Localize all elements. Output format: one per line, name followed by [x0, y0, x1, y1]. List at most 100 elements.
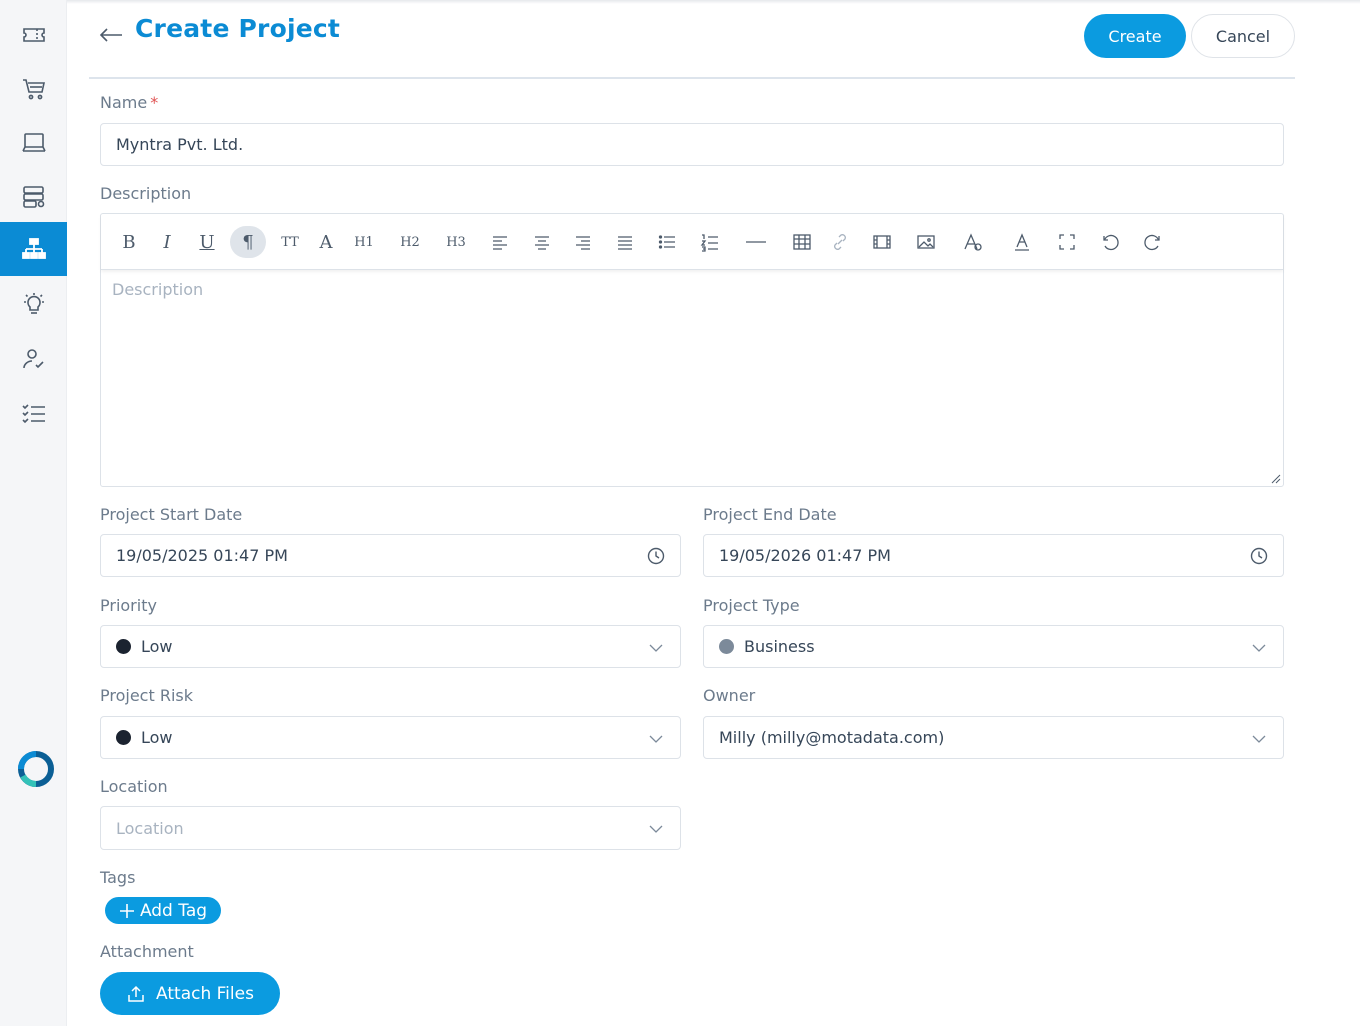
align-left-button[interactable] — [489, 226, 511, 258]
header-divider — [89, 77, 1295, 79]
start-date-label: Project Start Date — [100, 505, 243, 524]
justify-button[interactable] — [614, 226, 636, 258]
link-icon — [834, 234, 846, 250]
text-style-icon — [964, 233, 982, 251]
heading3-button[interactable]: H3 — [441, 226, 471, 258]
cancel-button[interactable]: Cancel — [1191, 14, 1295, 58]
description-editor[interactable]: B I U ¶ TT A H1 H2 H3 Description — [100, 213, 1284, 487]
text-color-icon — [1015, 233, 1029, 251]
description-label: Description — [100, 184, 192, 203]
tags-label: Tags — [100, 868, 136, 887]
description-placeholder: Description — [112, 280, 204, 299]
video-icon — [873, 235, 891, 249]
back-arrow-icon[interactable] — [98, 24, 124, 46]
horizontal-rule-button[interactable] — [743, 226, 769, 258]
owner-select[interactable]: Milly (milly@motadata.com) — [703, 716, 1284, 759]
bold-button[interactable]: B — [115, 226, 143, 258]
align-center-button[interactable] — [531, 226, 553, 258]
project-type-dot — [719, 639, 734, 654]
create-button[interactable]: Create — [1084, 14, 1186, 58]
owner-value: Milly (milly@motadata.com) — [719, 728, 945, 747]
link-button[interactable] — [829, 226, 851, 258]
fullscreen-icon — [1059, 234, 1075, 250]
task-list-icon — [21, 404, 45, 424]
horizontal-rule-icon — [746, 241, 766, 243]
cart-icon — [22, 79, 45, 100]
location-label: Location — [100, 777, 168, 796]
underline-button[interactable]: U — [193, 226, 221, 258]
laptop-icon — [21, 133, 46, 152]
page-title: Create Project — [135, 14, 341, 43]
lightbulb-icon — [23, 293, 44, 314]
font-button[interactable]: A — [313, 226, 339, 258]
attach-files-button[interactable]: Attach Files — [100, 972, 280, 1015]
upload-icon — [128, 985, 144, 1002]
align-center-icon — [535, 236, 549, 250]
end-date-input[interactable]: 19/05/2026 01:47 PM — [703, 534, 1284, 577]
table-button[interactable] — [791, 226, 813, 258]
priority-select[interactable]: Low — [100, 625, 681, 668]
sidebar-item-users[interactable] — [0, 332, 67, 386]
redo-button[interactable] — [1142, 226, 1164, 258]
align-left-icon — [493, 236, 507, 250]
image-icon — [917, 235, 935, 249]
undo-button[interactable] — [1099, 226, 1121, 258]
chevron-down-icon[interactable] — [646, 728, 666, 748]
required-mark: * — [150, 93, 159, 112]
project-risk-value: Low — [141, 728, 173, 747]
clock-icon[interactable] — [646, 546, 666, 566]
name-input[interactable]: Myntra Pvt. Ltd. — [100, 123, 1284, 166]
text-size-button[interactable]: TT — [277, 226, 303, 258]
attach-files-label: Attach Files — [156, 983, 254, 1004]
align-right-icon — [576, 236, 590, 250]
project-type-value: Business — [744, 637, 815, 656]
video-button[interactable] — [871, 226, 893, 258]
bullet-list-icon — [658, 235, 675, 249]
add-tag-button[interactable]: Add Tag — [105, 897, 221, 924]
ticket-icon — [22, 28, 45, 42]
resize-handle-icon[interactable] — [1269, 472, 1281, 484]
italic-button[interactable]: I — [153, 226, 181, 258]
sidebar-item-purchases[interactable] — [0, 62, 67, 116]
location-select[interactable]: Location — [100, 806, 681, 850]
top-shadow — [67, 0, 1360, 4]
sidebar-item-assets[interactable] — [0, 116, 67, 170]
editor-toolbar: B I U ¶ TT A H1 H2 H3 — [101, 214, 1283, 270]
sidebar-item-tasks[interactable] — [0, 386, 67, 440]
chevron-down-icon[interactable] — [1249, 728, 1269, 748]
fullscreen-button[interactable] — [1056, 226, 1078, 258]
image-button[interactable] — [915, 226, 937, 258]
start-date-input[interactable]: 19/05/2025 01:47 PM — [100, 534, 681, 577]
sidebar-item-projects[interactable] — [0, 222, 67, 276]
plus-icon — [119, 903, 134, 918]
end-date-value: 19/05/2026 01:47 PM — [719, 546, 891, 565]
project-type-select[interactable]: Business — [703, 625, 1284, 668]
bullet-list-button[interactable] — [656, 226, 678, 258]
sidebar-item-knowledge[interactable] — [0, 278, 67, 332]
text-style-button[interactable] — [962, 226, 984, 258]
sidebar-item-tickets[interactable] — [0, 8, 67, 62]
user-check-icon — [22, 349, 44, 369]
sidebar — [0, 0, 67, 1026]
paragraph-button[interactable]: ¶ — [230, 226, 266, 258]
owner-label: Owner — [703, 686, 756, 705]
end-date-label: Project End Date — [703, 505, 837, 524]
align-right-button[interactable] — [572, 226, 594, 258]
chevron-down-icon[interactable] — [1249, 637, 1269, 657]
location-placeholder: Location — [116, 818, 184, 838]
undo-icon — [1103, 234, 1119, 251]
brand-logo-icon — [18, 751, 54, 787]
heading1-button[interactable]: H1 — [349, 226, 379, 258]
chevron-down-icon[interactable] — [646, 818, 666, 838]
priority-label: Priority — [100, 596, 157, 615]
project-hierarchy-icon — [21, 238, 46, 259]
chevron-down-icon[interactable] — [646, 637, 666, 657]
numbered-list-button[interactable] — [699, 226, 721, 258]
project-risk-select[interactable]: Low — [100, 716, 681, 759]
heading2-button[interactable]: H2 — [395, 226, 425, 258]
sidebar-item-cmdb[interactable] — [0, 170, 67, 224]
text-color-button[interactable] — [1011, 226, 1033, 258]
justify-icon — [618, 236, 632, 250]
clock-icon[interactable] — [1249, 546, 1269, 566]
project-type-label: Project Type — [703, 596, 800, 615]
